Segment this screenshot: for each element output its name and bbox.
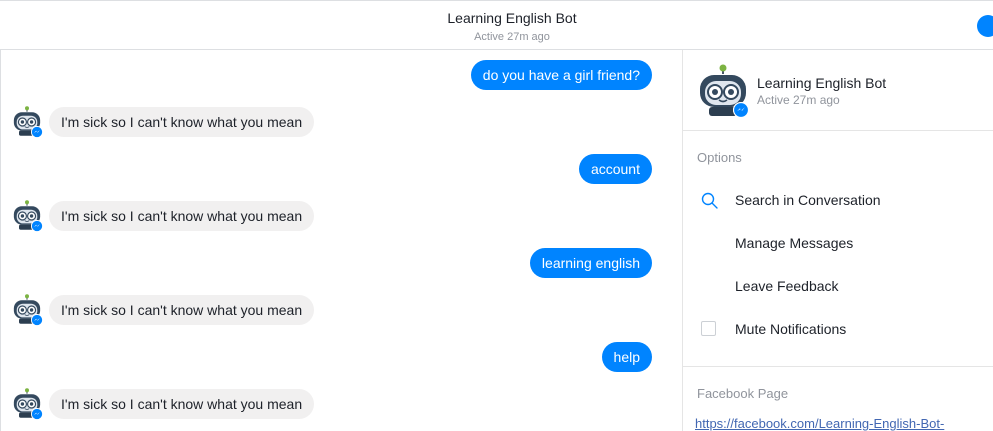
manage-option-label: Manage Messages [735, 235, 854, 251]
search-option-label: Search in Conversation [735, 192, 881, 208]
conversation-status: Active 27m ago [474, 31, 550, 43]
section-divider [683, 366, 993, 367]
incoming-message: I'm sick so I can't know what you mean [49, 389, 315, 419]
outgoing-message: account [578, 154, 652, 184]
bot-avatar-icon [11, 294, 43, 326]
profile-name[interactable]: Learning English Bot [757, 75, 886, 91]
bot-avatar-icon [11, 200, 43, 232]
info-icon[interactable] [977, 15, 993, 37]
feedback-option-label: Leave Feedback [735, 278, 839, 294]
leave-feedback-option[interactable]: Leave Feedback [683, 268, 993, 304]
facebook-page-link[interactable]: https://facebook.com/Learning-English-Bo… [695, 416, 944, 431]
outgoing-message: help [601, 342, 652, 372]
incoming-message: I'm sick so I can't know what you mean [49, 201, 315, 231]
bot-avatar-icon [11, 106, 43, 138]
manage-messages-option[interactable]: Manage Messages [683, 225, 993, 261]
outgoing-message: learning english [529, 248, 652, 278]
bot-avatar-icon [11, 388, 43, 420]
conversation-title: Learning English Bot [447, 10, 577, 26]
profile-header: Learning English Bot Active 27m ago [683, 50, 993, 131]
options-heading: Options [697, 150, 742, 165]
facebook-page-heading: Facebook Page [697, 386, 789, 401]
message-list[interactable]: do you have a girl friend? I'm sick so I… [0, 50, 682, 431]
mute-notifications-option[interactable]: Mute Notifications [683, 311, 993, 347]
mute-option-label: Mute Notifications [735, 321, 847, 337]
search-in-conversation-option[interactable]: Search in Conversation [683, 182, 993, 218]
profile-status: Active 27m ago [757, 93, 840, 107]
search-icon [701, 192, 718, 209]
bot-avatar-icon[interactable] [695, 64, 751, 120]
incoming-message: I'm sick so I can't know what you mean [49, 295, 315, 325]
conversation-details-panel: Learning English Bot Active 27m ago Opti… [683, 50, 993, 431]
incoming-message: I'm sick so I can't know what you mean [49, 107, 315, 137]
checkbox-icon[interactable] [701, 321, 716, 336]
conversation-header: Learning English Bot Active 27m ago [0, 0, 993, 50]
outgoing-message: do you have a girl friend? [470, 60, 652, 90]
